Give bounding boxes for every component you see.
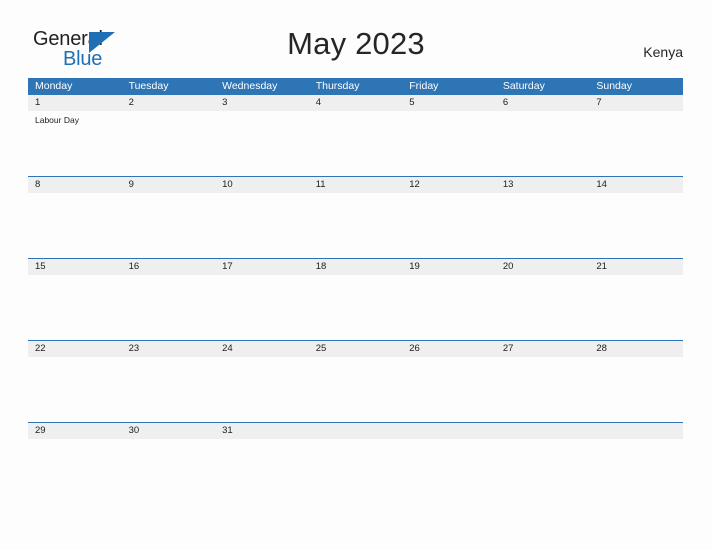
day-event-text[interactable] [496,357,590,422]
day-number[interactable]: 23 [122,341,216,357]
day-number[interactable]: 24 [215,341,309,357]
day-event-text[interactable] [28,439,122,504]
day-event-text[interactable] [28,275,122,340]
day-number[interactable]: 6 [496,95,590,111]
day-event-text[interactable] [309,111,403,176]
week-event-band: Labour Day [28,111,683,176]
day-event-text[interactable] [28,193,122,258]
country-label: Kenya [643,44,683,60]
day-event-text[interactable] [589,357,683,422]
day-event-text[interactable] [215,357,309,422]
day-event-text[interactable] [215,193,309,258]
day-event-text[interactable] [122,193,216,258]
day-number[interactable]: 14 [589,177,683,193]
day-number[interactable] [496,423,590,439]
day-event-text[interactable] [309,439,403,504]
day-number[interactable]: 9 [122,177,216,193]
day-event-text[interactable] [402,439,496,504]
day-event-text[interactable] [122,439,216,504]
day-number[interactable]: 28 [589,341,683,357]
weekday-header-wednesday: Wednesday [222,80,278,92]
day-number[interactable]: 18 [309,259,403,275]
day-event-text[interactable] [309,193,403,258]
day-number[interactable]: 4 [309,95,403,111]
weekday-header-thursday: Thursday [315,80,360,92]
calendar-grid: Monday Tuesday Wednesday Thursday Friday… [28,78,683,504]
week-day-number-band: 1 2 3 4 5 6 7 [28,95,683,111]
week-day-number-band: 22 23 24 25 26 27 28 [28,341,683,357]
week-row: 22 23 24 25 26 27 28 [28,340,683,422]
week-row: 8 9 10 11 12 13 14 [28,176,683,258]
day-event-text[interactable] [496,111,590,176]
day-number[interactable]: 25 [309,341,403,357]
weekday-header-friday: Friday [409,80,439,92]
weekday-header-sunday: Sunday [596,80,632,92]
day-number[interactable]: 26 [402,341,496,357]
day-event-text[interactable] [589,275,683,340]
day-event-text[interactable] [402,193,496,258]
week-row: 15 16 17 18 19 20 21 [28,258,683,340]
day-event-text[interactable] [215,439,309,504]
day-event-text[interactable] [28,357,122,422]
week-row: 1 2 3 4 5 6 7 Labour Day [28,95,683,176]
day-number[interactable]: 31 [215,423,309,439]
weekday-header-monday: Monday [35,80,73,92]
day-number[interactable]: 1 [28,95,122,111]
day-event-text[interactable] [402,275,496,340]
day-number[interactable]: 11 [309,177,403,193]
page-header: General Blue May 2023 Kenya [0,0,712,78]
day-number[interactable] [402,423,496,439]
weekday-header-tuesday: Tuesday [128,80,169,92]
day-event-text[interactable] [496,439,590,504]
day-number[interactable] [309,423,403,439]
day-number[interactable] [589,423,683,439]
day-event-text[interactable] [402,111,496,176]
day-number[interactable]: 29 [28,423,122,439]
day-number[interactable]: 20 [496,259,590,275]
day-event-text[interactable] [589,111,683,176]
day-number[interactable]: 17 [215,259,309,275]
day-event-text[interactable]: Labour Day [28,111,122,176]
day-event-text[interactable] [402,357,496,422]
day-event-text[interactable] [122,357,216,422]
day-number[interactable]: 15 [28,259,122,275]
day-event-text[interactable] [496,193,590,258]
week-event-band [28,439,683,504]
day-event-text[interactable] [122,275,216,340]
day-number[interactable]: 7 [589,95,683,111]
week-event-band [28,193,683,258]
week-day-number-band: 15 16 17 18 19 20 21 [28,259,683,275]
day-number[interactable]: 21 [589,259,683,275]
day-event-text[interactable] [215,275,309,340]
day-event-text[interactable] [215,111,309,176]
week-row: 29 30 31 [28,422,683,504]
week-day-number-band: 8 9 10 11 12 13 14 [28,177,683,193]
day-number[interactable]: 13 [496,177,590,193]
week-day-number-band: 29 30 31 [28,423,683,439]
day-number[interactable]: 27 [496,341,590,357]
day-number[interactable]: 5 [402,95,496,111]
day-event-text[interactable] [589,193,683,258]
day-event-text[interactable] [309,275,403,340]
week-event-band [28,275,683,340]
week-event-band [28,357,683,422]
day-number[interactable]: 22 [28,341,122,357]
day-number[interactable]: 19 [402,259,496,275]
day-number[interactable]: 3 [215,95,309,111]
day-number[interactable]: 12 [402,177,496,193]
day-number[interactable]: 30 [122,423,216,439]
day-number[interactable]: 8 [28,177,122,193]
weekday-header-row: Monday Tuesday Wednesday Thursday Friday… [28,78,683,95]
day-number[interactable]: 10 [215,177,309,193]
day-event-text[interactable] [122,111,216,176]
day-number[interactable]: 2 [122,95,216,111]
day-event-text[interactable] [496,275,590,340]
calendar-page: General Blue May 2023 Kenya Monday Tuesd… [0,0,712,550]
day-number[interactable]: 16 [122,259,216,275]
day-event-text[interactable] [309,357,403,422]
page-title: May 2023 [287,26,425,61]
day-event-text[interactable] [589,439,683,504]
weekday-header-saturday: Saturday [502,80,545,92]
